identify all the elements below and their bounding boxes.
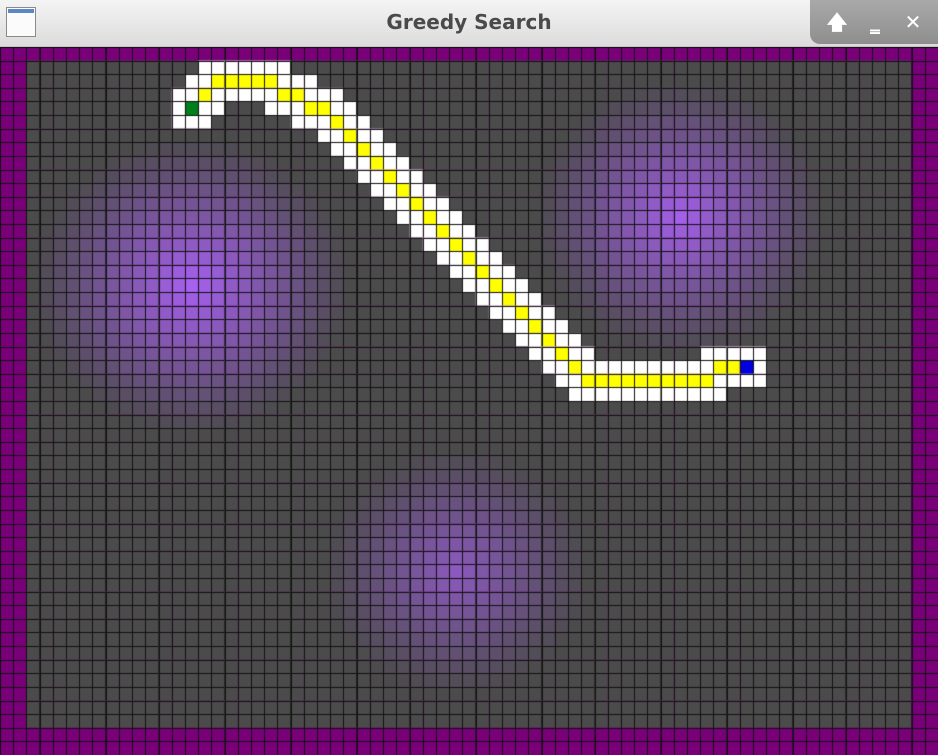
grid-canvas[interactable] <box>0 47 938 755</box>
search-grid[interactable] <box>0 47 938 755</box>
app-window: Greedy Search 🡅 ‗ ✕ <box>0 0 938 755</box>
arrow-up-icon[interactable]: 🡅 <box>822 8 852 36</box>
close-icon[interactable]: ✕ <box>898 8 928 36</box>
minimize-icon[interactable]: ‗ <box>860 8 890 36</box>
window-title: Greedy Search <box>386 10 552 34</box>
window-controls: 🡅 ‗ ✕ <box>810 0 938 44</box>
title-bar[interactable]: Greedy Search 🡅 ‗ ✕ <box>0 0 938 47</box>
